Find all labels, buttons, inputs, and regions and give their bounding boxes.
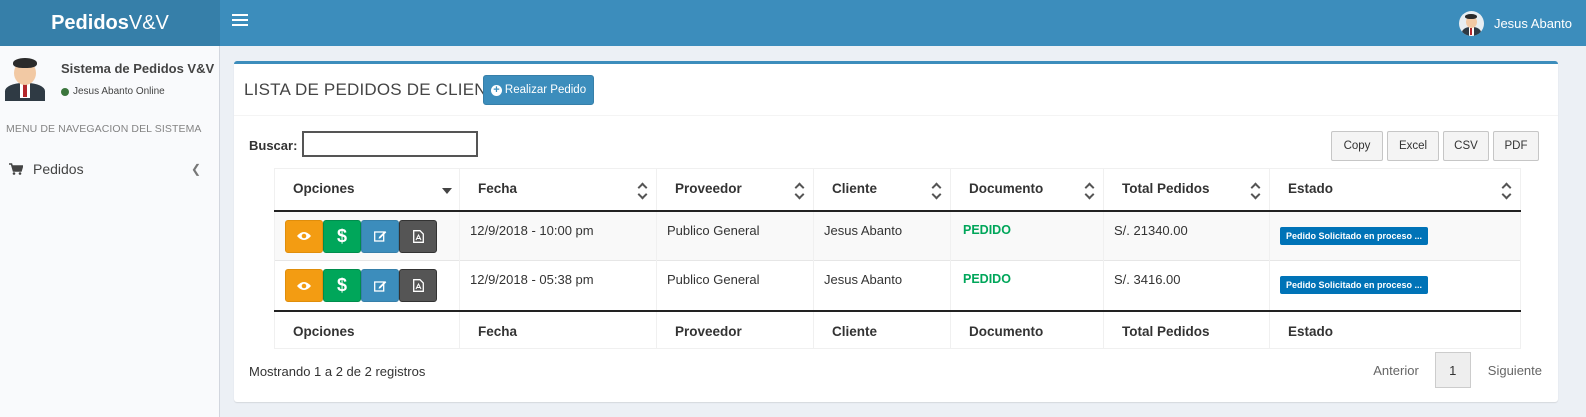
cell-fecha: 12/9/2018 - 05:38 pm <box>459 260 657 311</box>
pdf-export-button[interactable] <box>399 219 437 253</box>
box-header: LISTA DE PEDIDOS DE CLIENTES + Realizar … <box>234 64 1558 116</box>
footer-proveedor: Proveedor <box>656 309 814 349</box>
column-header-estado[interactable]: Estado <box>1269 168 1521 212</box>
file-pdf-icon <box>412 279 424 292</box>
column-header-proveedor[interactable]: Proveedor <box>656 168 814 212</box>
excel-button[interactable]: Excel <box>1387 131 1439 161</box>
cell-documento: PEDIDO <box>950 210 1104 261</box>
status-badge: Pedido Solicitado en proceso ... <box>1280 276 1429 294</box>
sort-icon <box>1084 182 1095 200</box>
page-title: LISTA DE PEDIDOS DE CLIENTES <box>244 80 521 99</box>
top-navbar: PedidosV&V Jesus Abanto <box>0 0 1586 46</box>
sidebar-item-pedidos[interactable]: Pedidos ❮ <box>0 154 219 184</box>
column-header-opciones[interactable]: Opciones <box>274 168 460 212</box>
footer-estado: Estado <box>1269 309 1521 349</box>
column-header-total[interactable]: Total Pedidos <box>1103 168 1270 212</box>
footer-total: Total Pedidos <box>1103 309 1270 349</box>
cell-cliente: Jesus Abanto <box>813 260 951 311</box>
cell-total: S/. 3416.00 <box>1103 260 1270 311</box>
search-input[interactable] <box>302 131 478 157</box>
avatar <box>3 55 47 101</box>
footer-opciones: Opciones <box>274 309 460 349</box>
edit-icon <box>373 231 386 242</box>
row-actions: $ <box>274 260 460 311</box>
menu-header: MENU DE NAVEGACION DEL SISTEMA <box>6 123 202 135</box>
table-row: $ 12/9/2018 - 05:38 pm Publico General J… <box>274 260 1521 311</box>
cart-icon <box>9 163 23 175</box>
pdf-button[interactable]: PDF <box>1493 131 1539 161</box>
cell-fecha: 12/9/2018 - 10:00 pm <box>459 210 657 261</box>
table-footer-row: Opciones Fecha Proveedor Cliente Documen… <box>274 309 1521 349</box>
table-header-row: Opciones Fecha Proveedor Cliente Documen… <box>274 168 1521 212</box>
orders-box: LISTA DE PEDIDOS DE CLIENTES + Realizar … <box>234 61 1558 402</box>
cell-total: S/. 21340.00 <box>1103 210 1270 261</box>
sort-icon <box>794 182 805 200</box>
sort-caret-icon <box>442 188 452 194</box>
new-order-button[interactable]: + Realizar Pedido <box>483 75 594 105</box>
chevron-left-icon: ❮ <box>190 162 201 176</box>
sort-icon <box>1250 182 1261 200</box>
plus-circle-icon: + <box>490 84 502 96</box>
pagination: Anterior 1 Siguiente <box>1373 352 1542 388</box>
cell-documento: PEDIDO <box>950 260 1104 311</box>
sidebar-item-label: Pedidos <box>33 161 84 177</box>
table-info: Mostrando 1 a 2 de 2 registros <box>249 364 426 379</box>
footer-cliente: Cliente <box>813 309 951 349</box>
next-page-link[interactable]: Siguiente <box>1488 363 1542 378</box>
sort-icon <box>637 182 648 200</box>
sort-icon <box>1501 182 1512 200</box>
pay-button[interactable]: $ <box>323 269 361 302</box>
pdf-export-button[interactable] <box>399 269 437 302</box>
column-header-cliente[interactable]: Cliente <box>813 168 951 212</box>
eye-icon <box>297 232 311 240</box>
status-badge: Pedido Solicitado en proceso ... <box>1280 226 1429 245</box>
online-dot-icon <box>61 87 69 96</box>
cell-estado: Pedido Solicitado en proceso ... <box>1269 260 1521 311</box>
file-pdf-icon <box>412 229 424 243</box>
orders-table: Opciones Fecha Proveedor Cliente Documen… <box>274 168 1521 349</box>
cell-proveedor: Publico General <box>656 210 814 261</box>
edit-icon <box>373 280 386 292</box>
eye-icon <box>297 281 311 290</box>
cell-proveedor: Publico General <box>656 260 814 311</box>
user-panel: Sistema de Pedidos V&V Jesus Abanto Onli… <box>0 46 219 112</box>
footer-documento: Documento <box>950 309 1104 349</box>
prev-page-link[interactable]: Anterior <box>1373 363 1419 378</box>
dollar-icon: $ <box>336 225 347 246</box>
user-name: Jesus Abanto <box>1493 15 1572 31</box>
sort-icon <box>931 182 942 200</box>
sidebar: Sistema de Pedidos V&V Jesus Abanto Onli… <box>0 46 220 417</box>
dollar-icon: $ <box>336 275 347 295</box>
edit-button[interactable] <box>361 269 399 302</box>
footer-fecha: Fecha <box>459 309 657 349</box>
table-row: $ 12/9/2018 - 10:00 pm Publico General J… <box>274 210 1521 261</box>
column-header-fecha[interactable]: Fecha <box>459 168 657 212</box>
view-button[interactable] <box>285 219 323 253</box>
pay-button[interactable]: $ <box>323 219 361 253</box>
edit-button[interactable] <box>361 219 399 253</box>
view-button[interactable] <box>285 269 323 302</box>
app-logo[interactable]: PedidosV&V <box>0 0 220 46</box>
avatar <box>1458 10 1484 36</box>
column-header-documento[interactable]: Documento <box>950 168 1104 212</box>
csv-button[interactable]: CSV <box>1443 131 1489 161</box>
row-actions: $ <box>274 210 460 261</box>
page-1-button[interactable]: 1 <box>1434 352 1471 388</box>
copy-button[interactable]: Copy <box>1331 131 1383 161</box>
cell-cliente: Jesus Abanto <box>813 210 951 261</box>
sidebar-toggle-icon[interactable] <box>232 14 248 30</box>
cell-estado: Pedido Solicitado en proceso ... <box>1269 210 1521 261</box>
online-status: Jesus Abanto Online <box>61 86 165 97</box>
search-label: Buscar: <box>249 138 298 153</box>
system-name: Sistema de Pedidos V&V <box>61 61 215 76</box>
user-menu[interactable]: Jesus Abanto <box>1458 0 1572 46</box>
